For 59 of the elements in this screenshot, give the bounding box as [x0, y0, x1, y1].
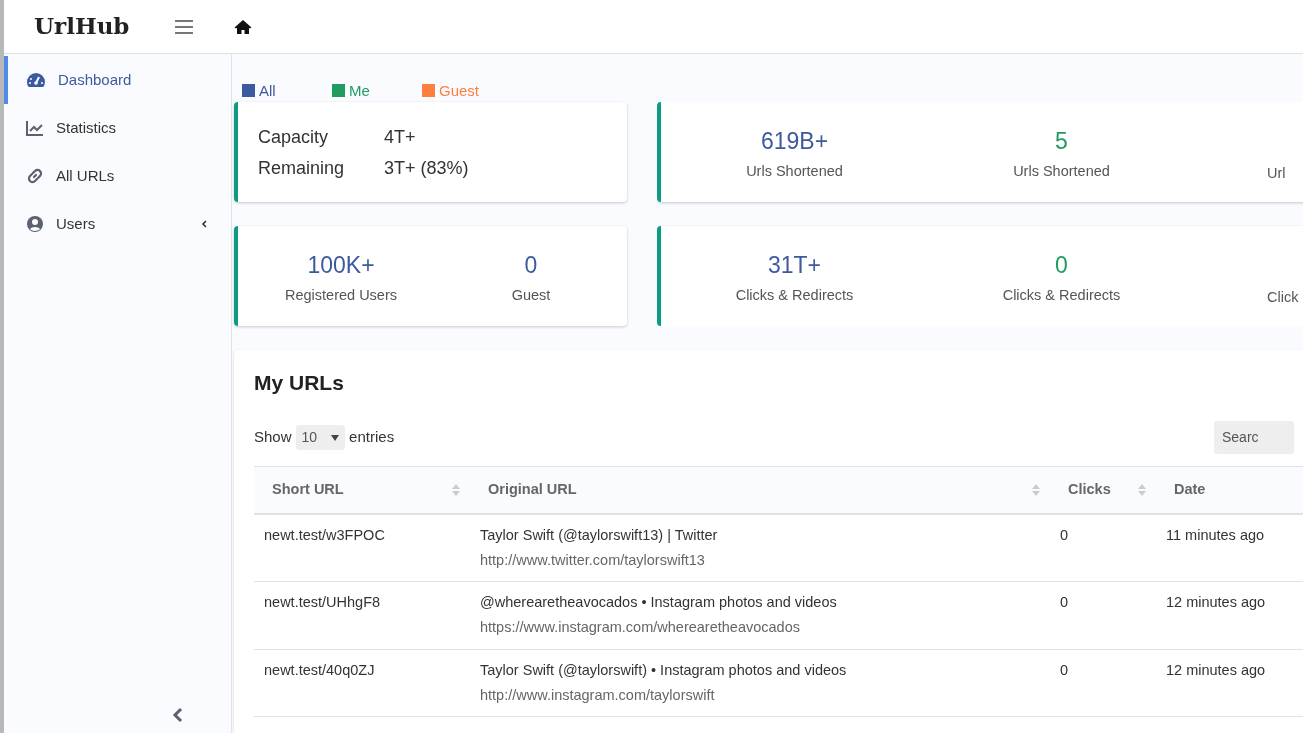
url-link[interactable]: http://www.twitter.com/taylorswift13 [480, 549, 1040, 572]
sort-icon [1138, 484, 1146, 497]
column-header[interactable]: Date [1156, 466, 1303, 514]
legend-label: All [259, 80, 276, 101]
stat-value: 3T+ (83%) [384, 157, 470, 180]
stat-label: Capacity [258, 126, 330, 149]
column-header[interactable]: Clicks [1050, 466, 1156, 514]
stat-value: 0 [1054, 251, 1069, 280]
sort-icon [452, 484, 460, 497]
short-url-link[interactable]: newt.test/40q0ZJ [254, 649, 470, 717]
stat-value: 619B+ [759, 127, 830, 156]
legend-label: Me [349, 80, 370, 101]
stat-label: Remaining [258, 157, 346, 180]
sidebar-item[interactable]: Statistics [4, 104, 231, 152]
stat-label: Guest [510, 285, 552, 305]
stat-label: Clicks & Redirects [1001, 285, 1122, 305]
stat-label: Url [1267, 164, 1286, 183]
stat-value: 0 [523, 251, 539, 280]
show-label: Show [254, 427, 292, 448]
url-title: Taylor Swift (@taylorswift) • Instagram photos and videos [480, 661, 847, 678]
sidebar-item[interactable]: All URLs [4, 152, 231, 200]
column-header[interactable]: Short URL [254, 466, 470, 514]
url-title: @wherearetheavocados • Instagram photos and videos [480, 594, 837, 611]
sidebar-item[interactable]: Users [4, 200, 231, 248]
sidebar-item[interactable]: Dashboard [4, 56, 231, 104]
column-header[interactable]: Original URL [470, 466, 1050, 514]
stat-label: Urls Shortened [1012, 161, 1111, 181]
search-field[interactable]: Searc [1214, 421, 1294, 455]
caret-left-icon [201, 220, 207, 228]
legend-label: Guest [439, 80, 480, 101]
gauge-icon [26, 72, 46, 88]
link-icon [26, 167, 44, 185]
chart-icon [26, 120, 44, 136]
clicks-cell: 0 [1050, 581, 1156, 650]
date-cell: 11 minutes ago [1156, 513, 1303, 582]
stat-value: 31T+ [766, 251, 823, 280]
stat-value: 4T+ [384, 126, 417, 149]
url-title: Taylor Swift (@taylorswift13) | Twitter [480, 526, 718, 543]
sort-icon [1032, 484, 1040, 497]
entries-label: entries [349, 427, 395, 448]
caret-down-icon [331, 434, 340, 441]
clicks-cell: 0 [1050, 649, 1156, 717]
stat-value: 100K+ [306, 251, 376, 280]
brand-logo[interactable]: UrlHub [4, 9, 164, 44]
stat-label: Click [1267, 288, 1299, 307]
table-title: My URLs [254, 370, 345, 396]
url-link[interactable]: http://www.instagram.com/taylorswift [480, 684, 1040, 707]
date-cell: 12 minutes ago [1156, 581, 1303, 650]
stat-label: Registered Users [284, 285, 398, 305]
url-link[interactable]: https://www.instagram.com/wherearetheavocados [480, 617, 1040, 639]
user-icon [26, 215, 44, 233]
stat-label: Urls Shortened [745, 161, 844, 181]
stat-label: Clicks & Redirects [734, 285, 855, 305]
short-url-link[interactable]: newt.test/UHhgF8 [254, 581, 470, 650]
page-size-select[interactable]: 10 [295, 425, 346, 451]
short-url-link[interactable]: newt.test/w3FPOC [254, 513, 470, 582]
stat-value: 5 [1054, 127, 1069, 156]
clicks-cell: 0 [1050, 513, 1156, 582]
date-cell: 12 minutes ago [1156, 649, 1303, 717]
